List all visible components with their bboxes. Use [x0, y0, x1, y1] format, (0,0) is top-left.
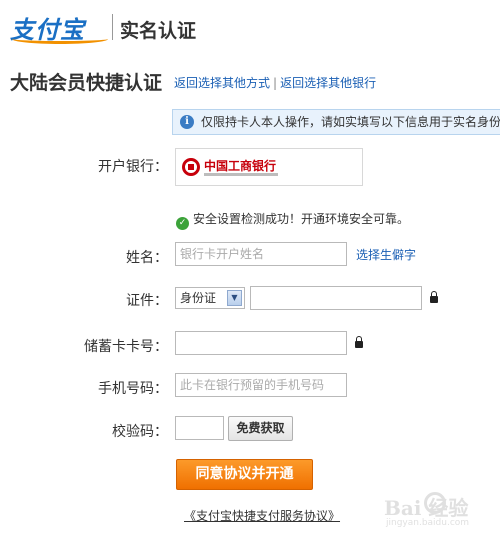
- card-number-input[interactable]: [175, 331, 347, 355]
- page-header: 支付宝 实名认证: [0, 0, 500, 56]
- icbc-logo-icon: [182, 158, 200, 176]
- baidu-jingyan-watermark: Bai 经验 jingyan.baidu.com: [384, 484, 494, 534]
- phone-label: 手机号码：: [98, 381, 168, 397]
- service-agreement-link[interactable]: 《支付宝快捷支付服务协议》: [184, 509, 340, 523]
- captcha-label: 校验码：: [112, 424, 168, 440]
- agreement-line: 《支付宝快捷支付服务协议》: [184, 507, 340, 524]
- back-other-bank-link[interactable]: 返回选择其他银行: [280, 76, 376, 90]
- bank-display: 中国工商银行: [175, 148, 363, 186]
- id-type-selected: 身份证: [180, 291, 217, 305]
- check-success-icon: ✓: [176, 217, 189, 230]
- id-label: 证件：: [126, 293, 168, 309]
- get-captcha-button[interactable]: 免费获取: [228, 416, 293, 441]
- info-notice-bar: i 仅限持卡人本人操作，请如实填写以下信息用于实名身份验: [172, 109, 500, 135]
- id-number-input[interactable]: [250, 286, 422, 310]
- watermark-url: jingyan.baidu.com: [386, 518, 470, 528]
- security-check-message: ✓ 安全设置检测成功！开通环境安全可靠。: [176, 210, 409, 230]
- page-title: 大陆会员快捷认证: [10, 72, 163, 94]
- alipay-logo[interactable]: 支付宝: [10, 10, 108, 44]
- lock-icon: [430, 291, 438, 303]
- watermark-text: Bai 经验: [384, 496, 469, 520]
- security-check-text: 安全设置检测成功！开通环境安全可靠。: [193, 212, 410, 226]
- bank-name: 中国工商银行: [204, 159, 277, 173]
- link-separator: |: [273, 76, 278, 90]
- rare-character-link[interactable]: 选择生僻字: [356, 246, 416, 263]
- header-divider: [112, 14, 113, 40]
- header-title: 实名认证: [120, 20, 197, 42]
- name-label: 姓名：: [126, 250, 168, 266]
- chevron-down-icon[interactable]: ▼: [227, 290, 242, 306]
- info-notice-text: 仅限持卡人本人操作，请如实填写以下信息用于实名身份验: [201, 115, 500, 129]
- phone-input[interactable]: [175, 373, 347, 397]
- name-input[interactable]: [175, 242, 347, 266]
- card-number-label: 储蓄卡卡号：: [84, 339, 168, 355]
- section-links: 返回选择其他方式 | 返回选择其他银行: [174, 74, 376, 91]
- info-icon: i: [180, 115, 194, 129]
- lock-icon: [355, 336, 363, 348]
- agree-and-activate-button[interactable]: 同意协议并开通: [176, 459, 313, 490]
- id-type-select[interactable]: 身份证 ▼: [175, 287, 245, 309]
- logo-swoosh-icon: [12, 34, 108, 44]
- bank-label: 开户银行：: [98, 159, 168, 175]
- bank-english-name-bar: [204, 173, 278, 176]
- back-other-method-link[interactable]: 返回选择其他方式: [174, 76, 270, 90]
- captcha-input[interactable]: [175, 416, 224, 440]
